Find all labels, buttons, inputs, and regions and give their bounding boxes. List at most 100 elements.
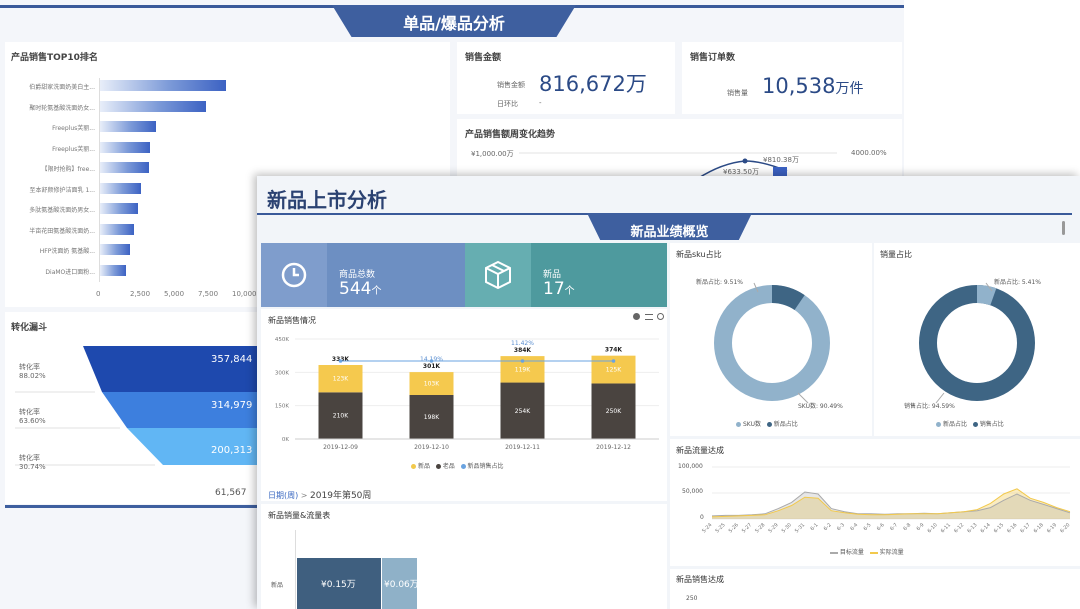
- legend-new: 新品: [418, 463, 431, 470]
- flow-x-tick: 6-14: [980, 522, 992, 534]
- sku-share-card: 新品sku占比 新品占比: 9.51% SKU数: 90.49% SKU数 新品…: [670, 243, 872, 436]
- flow-legend-actual: 实际流量: [879, 549, 904, 556]
- share-new-label: 新品占比: 5.41%: [994, 279, 1041, 286]
- sku-legend-2: 新品占比: [773, 421, 798, 428]
- flow-x-tick: 5-25: [714, 522, 726, 534]
- top10-label: HFP洗面奶 氨基酸...: [39, 248, 95, 255]
- sku-legend-1: SKU数: [743, 421, 761, 428]
- share-sale-label: 销售占比: 94.59%: [904, 403, 955, 410]
- flow-legend: 目标流量 实际流量: [830, 547, 904, 556]
- breadcrumb-leaf: 2019年第50周: [310, 491, 372, 501]
- sales-share-card: 销量占比 新品占比: 5.41% 销售占比: 94.59% 新品占比 销售占比: [874, 243, 1080, 436]
- table-row-label: 新品: [271, 582, 284, 589]
- top10-x-tick: 5,000: [164, 290, 185, 298]
- share-legend: 新品占比 销售占比: [936, 419, 1004, 428]
- top10-x-tick: 0: [96, 290, 101, 298]
- kpi-new-number: 17: [543, 279, 565, 299]
- top10-bar: [100, 182, 141, 194]
- flow-x-tick: 6-12: [953, 522, 965, 534]
- flow-x-tick: 6-6: [876, 522, 886, 532]
- box-icon: [485, 260, 511, 290]
- kpi-total-number: 544: [339, 279, 372, 299]
- funnel-rate-1: 88.02%: [19, 372, 46, 380]
- flow-x-tick: 6-2: [823, 522, 833, 532]
- flow-x-tick: 6-7: [889, 522, 899, 532]
- new-sales-card: 新品销售情况 450K300K150K0K210K123K333K2019-12…: [261, 309, 667, 501]
- kpi-new-unit: 个: [564, 286, 575, 297]
- flow-x-tick: 6-9: [916, 522, 926, 532]
- table-title: 新品销量&流量表: [268, 511, 331, 520]
- orders-unit: 万件: [835, 81, 864, 97]
- x-tick: 2019-12-11: [505, 444, 540, 451]
- top10-bar: [100, 244, 130, 255]
- x-tick: 2019-12-12: [596, 444, 631, 451]
- bar-old-label: 250K: [606, 408, 622, 415]
- y-tick: 300K: [275, 370, 289, 376]
- top10-label: Freeplus芙丽...: [52, 125, 95, 132]
- legend-old: 老品: [442, 463, 455, 470]
- flow-x-tick: 6-10: [927, 522, 939, 534]
- bar-new-label: 123K: [333, 376, 349, 383]
- flow-legend-target: 目标流量: [839, 549, 864, 556]
- top10-x-tick: 2,500: [130, 290, 151, 298]
- flow-x-tick: 6-4: [849, 522, 859, 532]
- sales-reach-card: 新品销售达成 250: [670, 569, 1080, 609]
- top10-bar: [100, 121, 156, 132]
- top10-x-tick: 7,500: [198, 290, 219, 298]
- breadcrumb-root[interactable]: 日期(周): [268, 491, 298, 500]
- bar-total-label: 374K: [605, 347, 623, 354]
- top10-label: 多肽氨基酸洗面奶男女...: [29, 207, 95, 214]
- sales-amount-unit: 万: [625, 72, 647, 96]
- flow-x-tick: 5-28: [754, 522, 766, 534]
- breadcrumb: 日期(周) > 2019年第50周: [268, 488, 371, 501]
- sales-amount-value: 816,672万: [539, 68, 647, 98]
- orders-value: 10,538万件: [762, 74, 863, 98]
- sales-amount-card: 销售金额 销售金额 816,672万 日环比 -: [457, 42, 675, 114]
- y-tick: 450K: [275, 337, 289, 343]
- flow-x-tick: 5-27: [741, 522, 753, 534]
- funnel-value-3: 200,313: [211, 445, 253, 456]
- flow-x-tick: 5-24: [701, 522, 713, 534]
- share-legend-2: 销售占比: [979, 421, 1004, 428]
- share-donut-sale: [919, 285, 1035, 401]
- sales-reach-y-top: 250: [686, 595, 698, 602]
- flow-x-tick: 6-13: [966, 522, 978, 534]
- bar-old-label: 210K: [333, 413, 349, 420]
- bar-old-label: 198K: [424, 414, 440, 421]
- funnel-value-2: 314,979: [211, 400, 253, 411]
- new-sales-chart: 450K300K150K0K210K123K333K2019-12-09198K…: [275, 337, 659, 451]
- sales-amount-label: 销售金额: [497, 81, 525, 89]
- sku-donut-sku: [714, 285, 830, 401]
- sales-amount-number: 816,672: [539, 72, 626, 96]
- sku-new-label: 新品占比: 9.51%: [696, 279, 743, 286]
- scrollbar[interactable]: [1062, 221, 1065, 235]
- kpi-total-unit: 个: [371, 286, 382, 297]
- ratio-point: [338, 359, 343, 363]
- orders-label: 销售量: [727, 89, 748, 97]
- flow-x-tick: 6-15: [993, 522, 1005, 534]
- legend-ratio: 新品销售占比: [467, 463, 504, 470]
- flow-x-tick: 6-20: [1059, 522, 1071, 534]
- kpi-new-value: 17个: [543, 279, 575, 299]
- top10-label: DiaMO进口面粉...: [45, 268, 95, 276]
- top10-label: 伯爵甜家洗面奶美白主...: [29, 84, 95, 91]
- top10-bar: [100, 223, 134, 235]
- bar-new-label: 103K: [424, 381, 440, 388]
- funnel-value-1: 357,844: [211, 354, 253, 365]
- funnel-rate-2: 63.60%: [19, 417, 46, 425]
- yoy-value: -: [539, 99, 542, 107]
- ratio-point: [429, 359, 434, 363]
- sales-amount-title: 销售金额: [465, 53, 502, 63]
- ratio-label: 11.42%: [511, 340, 534, 347]
- flow-x-tick: 6-8: [902, 522, 912, 532]
- flow-card: 新品流量达成 100,000 50,000 0 5-24 5-25 5-26 5-27…: [670, 439, 1080, 566]
- bar-total-label: 384K: [514, 347, 532, 354]
- orders-title: 销售订单数: [690, 53, 736, 63]
- top10-bar: [100, 203, 139, 214]
- sales-flow-table-card: 新品销量&流量表 新品 ¥0.15万 ¥0.06万: [261, 504, 667, 609]
- table-value-1: ¥0.15万: [321, 580, 356, 590]
- banner: 单品/爆品分析: [0, 0, 904, 40]
- flow-x-tick: 5-29: [767, 522, 779, 534]
- funnel-panel: 转化漏斗 357,844 314,979 200,313 61,567 转化率 …: [5, 312, 257, 504]
- funnel-rate-label-3: 转化率: [19, 454, 40, 462]
